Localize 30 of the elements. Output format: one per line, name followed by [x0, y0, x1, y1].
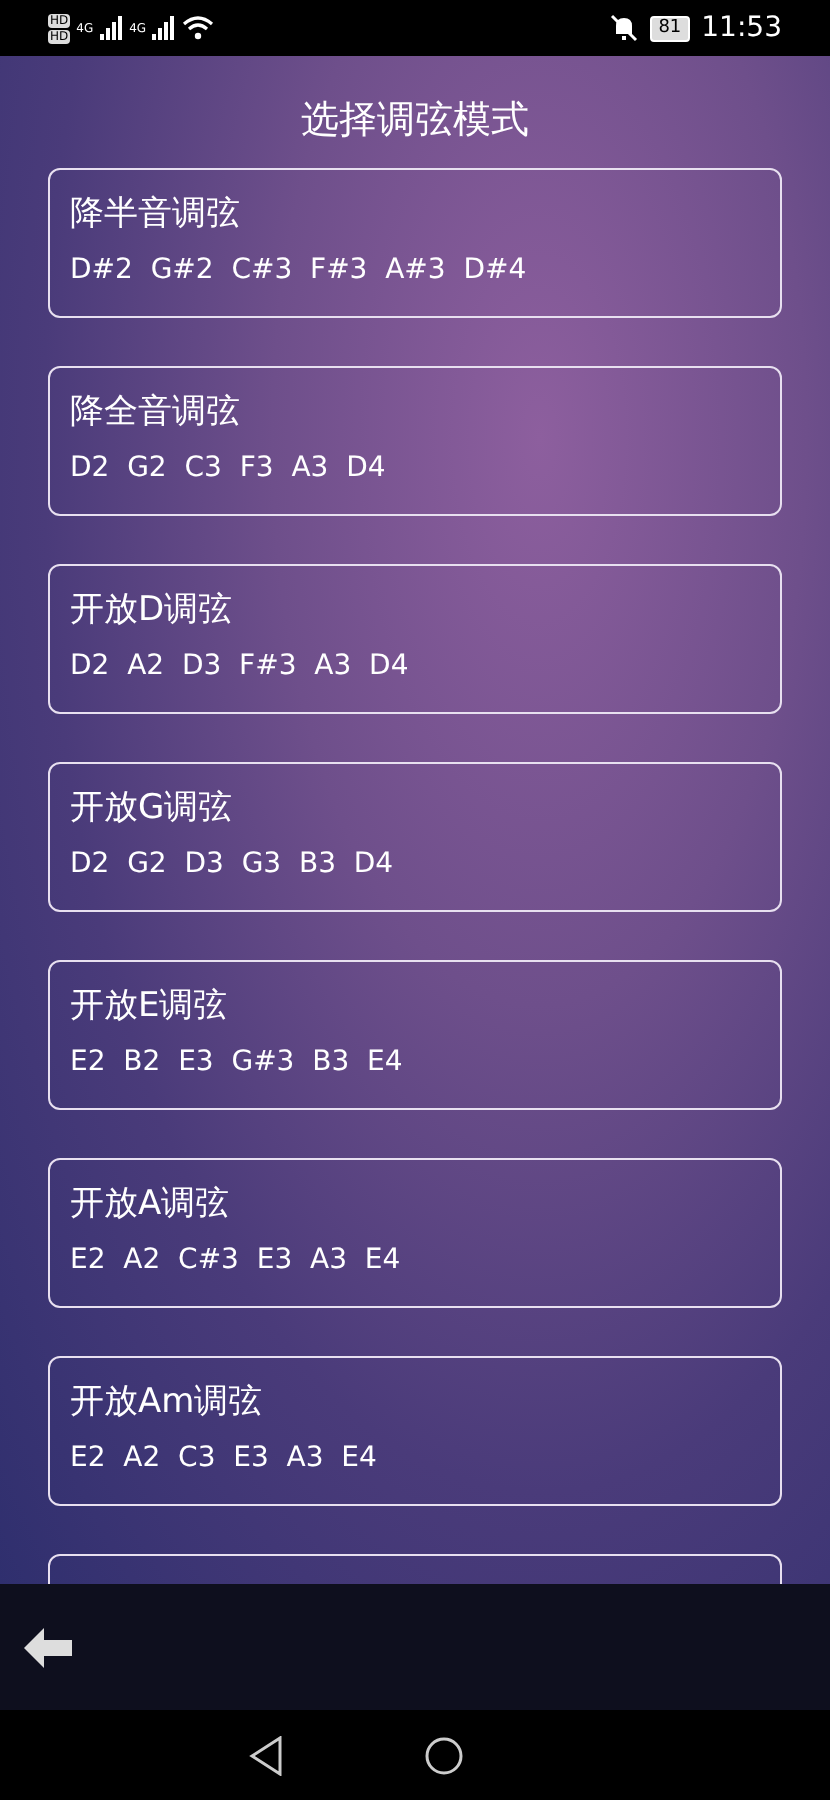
tuning-card[interactable]: 降全音调弦 D2 G2 C3 F3 A3 D4	[48, 366, 782, 516]
tuning-card[interactable]: 开放E调弦 E2 B2 E3 G#3 B3 E4	[48, 960, 782, 1110]
clock: 11:53	[701, 12, 782, 44]
tuning-name: 降半音调弦	[70, 194, 240, 234]
tuning-notes: E2 A2 C3 E3 A3 E4	[70, 1440, 377, 1476]
tuning-name: 开放D调弦	[70, 590, 233, 630]
tuning-notes: E2 A2 C#3 E3 A3 E4	[70, 1242, 401, 1278]
tuning-notes: D2 A2 D3 F#3 A3 D4	[70, 648, 409, 684]
back-icon[interactable]	[247, 1735, 283, 1775]
tuning-card[interactable]: 开放A调弦 E2 A2 C#3 E3 A3 E4	[48, 1158, 782, 1308]
page-title: 选择调弦模式	[299, 96, 531, 144]
home-icon[interactable]	[423, 1735, 463, 1775]
tuning-card[interactable]: 降半音调弦 D#2 G#2 C#3 F#3 A#3 D#4	[48, 168, 782, 318]
tuning-card[interactable]: 开放G调弦 D2 G2 D3 G3 B3 D4	[48, 762, 782, 912]
tuning-notes: D2 G2 D3 G3 B3 D4	[70, 846, 394, 882]
tuning-notes: E2 B2 E3 G#3 B3 E4	[70, 1044, 403, 1080]
tuning-notes: D#2 G#2 C#3 F#3 A#3 D#4	[70, 252, 527, 288]
back-arrow-icon[interactable]	[24, 1627, 72, 1667]
battery-level: 81	[650, 15, 690, 41]
tuning-name: 开放A调弦	[70, 1184, 230, 1224]
tuning-card[interactable]: 开放Am调弦 E2 A2 C3 E3 A3 E4	[48, 1356, 782, 1506]
tuning-name: 开放G调弦	[70, 788, 233, 828]
tuning-name: 开放Am调弦	[70, 1382, 263, 1422]
signal-icon	[99, 16, 124, 40]
tuning-notes: D2 G2 C3 F3 A3 D4	[70, 450, 386, 486]
signal-icon	[152, 16, 177, 40]
tuning-name: 降全音调弦	[70, 392, 240, 432]
tuning-card[interactable]: 开放D调弦 D2 A2 D3 F#3 A3 D4	[48, 564, 782, 714]
tuning-name: 开放E调弦	[70, 986, 228, 1026]
wifi-icon	[182, 16, 215, 40]
